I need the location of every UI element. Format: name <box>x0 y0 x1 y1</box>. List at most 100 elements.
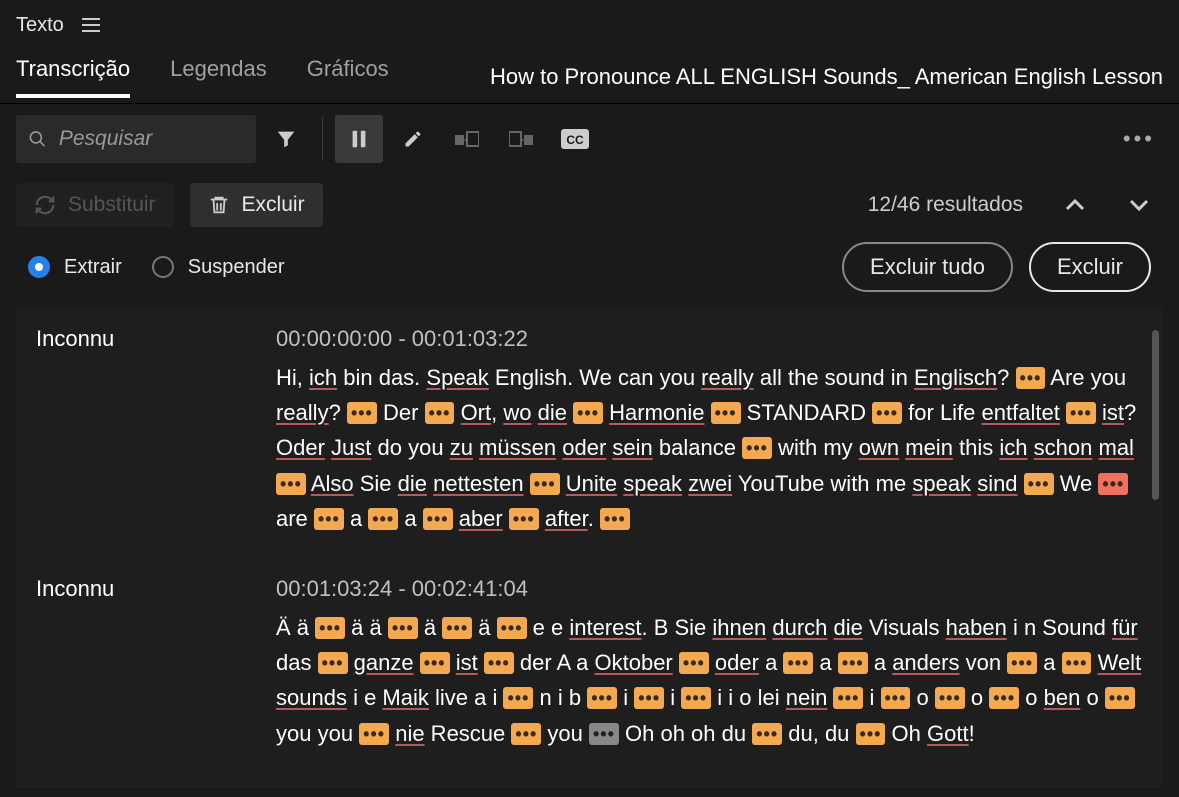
word[interactable]: Rescue <box>425 721 512 746</box>
word[interactable]: a <box>759 650 783 675</box>
pause-chip[interactable]: ••• <box>1007 652 1037 674</box>
word[interactable]: Ä ä <box>276 615 315 640</box>
pause-chip[interactable]: ••• <box>484 652 514 674</box>
pause-chip[interactable]: ••• <box>1016 367 1046 389</box>
pause-chip[interactable]: ••• <box>388 617 418 639</box>
tab-graphics[interactable]: Gráficos <box>307 56 389 98</box>
low-confidence-word[interactable]: Englisch <box>914 365 997 390</box>
word[interactable]: Hi, <box>276 365 309 390</box>
word[interactable]: . <box>588 506 600 531</box>
low-confidence-word[interactable]: mein <box>905 435 953 460</box>
low-confidence-word[interactable]: schon <box>1034 435 1093 460</box>
tab-transcription[interactable]: Transcrição <box>16 56 130 98</box>
word[interactable]: e e <box>527 615 570 640</box>
word[interactable]: i <box>664 685 681 710</box>
prev-result-button[interactable] <box>1051 194 1099 216</box>
word[interactable]: do you <box>371 435 449 460</box>
search-input[interactable] <box>59 127 244 151</box>
pause-chip[interactable]: ••• <box>681 687 711 709</box>
radio-suspend[interactable]: Suspender <box>152 256 285 279</box>
pause-chip[interactable]: ••• <box>359 723 389 745</box>
low-confidence-word[interactable]: ich <box>999 435 1027 460</box>
delete-button[interactable]: Excluir <box>190 183 323 227</box>
pause-chip[interactable]: ••• <box>1062 652 1092 674</box>
pause-chip[interactable]: ••• <box>589 723 619 745</box>
low-confidence-word[interactable]: Unite <box>566 471 617 496</box>
word[interactable]: Visuals <box>863 615 946 640</box>
word[interactable]: this <box>953 435 999 460</box>
low-confidence-word[interactable]: Also <box>311 471 354 496</box>
pause-chip[interactable]: ••• <box>872 402 902 424</box>
low-confidence-word[interactable]: nettesten <box>433 471 524 496</box>
word[interactable]: Sie <box>354 471 398 496</box>
word[interactable]: balance <box>653 435 742 460</box>
word[interactable]: der A a <box>514 650 595 675</box>
low-confidence-word[interactable]: sein <box>612 435 652 460</box>
low-confidence-word[interactable]: Oktober <box>595 650 673 675</box>
low-confidence-word[interactable]: really <box>276 400 329 425</box>
delete-all-button[interactable]: Excluir tudo <box>842 242 1013 292</box>
transcript-text[interactable]: Hi, ich bin das. Speak English. We can y… <box>276 360 1143 536</box>
pause-chip[interactable]: ••• <box>442 617 472 639</box>
word[interactable] <box>673 650 679 675</box>
insert-after-button[interactable] <box>497 115 545 163</box>
pause-chip[interactable]: ••• <box>1024 473 1054 495</box>
word[interactable] <box>414 650 420 675</box>
tab-captions[interactable]: Legendas <box>170 56 267 98</box>
low-confidence-word[interactable]: für <box>1112 615 1138 640</box>
low-confidence-word[interactable]: own <box>859 435 899 460</box>
low-confidence-word[interactable]: Harmonie <box>609 400 704 425</box>
pause-chip[interactable]: ••• <box>318 652 348 674</box>
low-confidence-word[interactable]: Speak <box>426 365 488 390</box>
pause-chip[interactable]: ••• <box>1105 687 1135 709</box>
low-confidence-word[interactable]: durch <box>772 615 827 640</box>
word[interactable]: o <box>910 685 934 710</box>
word[interactable]: . B Sie <box>641 615 712 640</box>
word[interactable]: Oh oh oh du <box>619 721 752 746</box>
low-confidence-word[interactable]: nein <box>786 685 828 710</box>
low-confidence-word[interactable]: sounds <box>276 685 347 710</box>
low-confidence-word[interactable]: mal <box>1099 435 1134 460</box>
pause-chip[interactable]: ••• <box>783 652 813 674</box>
word[interactable]: von <box>959 650 1007 675</box>
word[interactable]: a <box>813 650 837 675</box>
low-confidence-word[interactable]: Oder <box>276 435 325 460</box>
low-confidence-word[interactable]: ich <box>309 365 337 390</box>
word[interactable]: ? <box>1124 400 1136 425</box>
pause-chip[interactable]: ••• <box>420 652 450 674</box>
word[interactable]: ä <box>472 615 496 640</box>
low-confidence-word[interactable]: die <box>834 615 863 640</box>
word[interactable]: i <box>617 685 634 710</box>
pause-chip[interactable]: ••• <box>838 652 868 674</box>
word[interactable]: Oh <box>885 721 927 746</box>
low-confidence-word[interactable]: speak <box>912 471 971 496</box>
word[interactable]: ! <box>969 721 975 746</box>
word[interactable]: are <box>276 506 314 531</box>
word[interactable]: bin das. <box>337 365 426 390</box>
transcript-area[interactable]: Inconnu00:00:00:00 - 00:01:03:22Hi, ich … <box>0 298 1179 788</box>
speaker-name[interactable]: Inconnu <box>36 326 276 536</box>
filter-button[interactable] <box>262 115 310 163</box>
low-confidence-word[interactable]: anders <box>892 650 959 675</box>
pause-chip[interactable]: ••• <box>503 687 533 709</box>
low-confidence-word[interactable]: Ort <box>461 400 492 425</box>
low-confidence-word[interactable]: ganze <box>354 650 414 675</box>
pause-chip[interactable]: ••• <box>573 402 603 424</box>
pause-chip[interactable]: ••• <box>752 723 782 745</box>
low-confidence-word[interactable]: speak <box>623 471 682 496</box>
low-confidence-word[interactable]: die <box>538 400 567 425</box>
word[interactable]: n i b <box>533 685 587 710</box>
word[interactable]: i n Sound <box>1007 615 1112 640</box>
word[interactable] <box>478 650 484 675</box>
low-confidence-word[interactable]: zu <box>450 435 473 460</box>
low-confidence-word[interactable]: oder <box>562 435 606 460</box>
word[interactable]: i e <box>347 685 382 710</box>
low-confidence-word[interactable]: oder <box>715 650 759 675</box>
word[interactable]: you <box>541 721 589 746</box>
panel-menu-icon[interactable] <box>82 18 100 32</box>
low-confidence-word[interactable]: zwei <box>688 471 732 496</box>
pause-chip[interactable]: ••• <box>530 473 560 495</box>
pause-chip[interactable]: ••• <box>368 508 398 530</box>
word[interactable]: , <box>491 400 503 425</box>
word[interactable]: o <box>1080 685 1104 710</box>
